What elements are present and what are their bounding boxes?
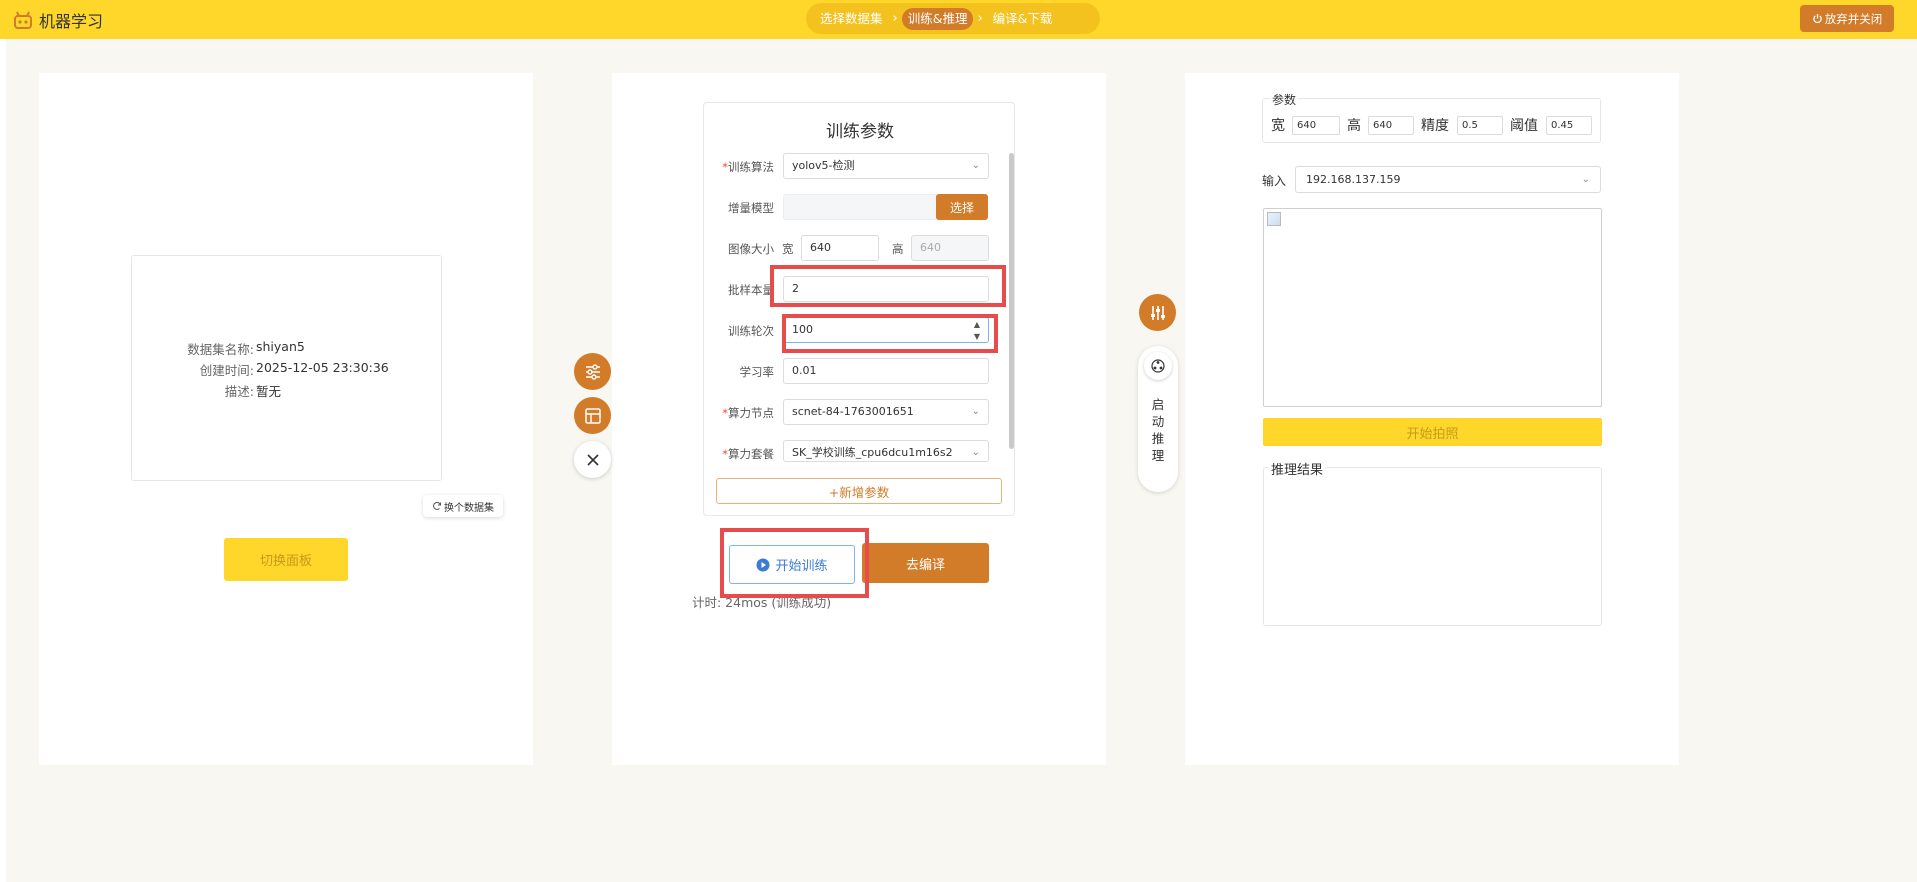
learning-rate-label: 学习率 <box>739 365 775 379</box>
power-icon <box>1812 13 1822 24</box>
start-capture-button[interactable]: 开始拍照 <box>1263 418 1602 446</box>
dataset-created-key: 创建时间: <box>199 363 254 378</box>
highlight-epochs <box>782 314 998 353</box>
switch-panel-button[interactable]: 切换面板 <box>224 538 348 581</box>
chevron-right-icon: › <box>977 11 983 26</box>
threshold-input[interactable]: 0.45 <box>1546 116 1592 135</box>
precision-input[interactable]: 0.5 <box>1457 116 1503 135</box>
start-inference-pill[interactable]: 启动推理 <box>1138 346 1178 492</box>
chevron-down-icon: ⌄ <box>971 406 980 417</box>
training-params-title: 训练参数 <box>826 122 894 142</box>
step-compile-download[interactable]: 编译&下载 <box>987 8 1059 30</box>
tune-vertical-icon <box>1150 305 1165 320</box>
go-compile-button[interactable]: 去编译 <box>862 543 989 583</box>
inference-settings-button[interactable] <box>1139 294 1176 331</box>
width-label: 宽 <box>782 242 794 256</box>
compute-package-label: *算力套餐 <box>704 446 774 462</box>
image-size-label: 图像大小 <box>728 242 774 256</box>
layout-icon <box>584 407 601 424</box>
inference-icon-wrap <box>1144 352 1172 380</box>
chevron-down-icon: ⌄ <box>1581 174 1590 185</box>
close-icon <box>586 453 599 466</box>
app-title: 机器学习 <box>39 12 104 31</box>
close-panel-button[interactable] <box>574 441 611 478</box>
highlight-batch-size <box>770 265 1006 307</box>
app-brand: 机器学习 <box>13 8 103 32</box>
dataset-created-row: 创建时间: 2025-12-05 23:30:36 <box>132 360 443 379</box>
incr-model-select-button[interactable]: 选择 <box>936 194 988 220</box>
form-scrollbar[interactable] <box>1009 153 1014 449</box>
chevron-down-icon: ⌄ <box>971 160 980 171</box>
compute-package-select[interactable]: SK_学校训练_cpu6dcu1m16s2 ⌄ <box>783 440 989 462</box>
input-source-value: 192.168.137.159 <box>1306 173 1401 186</box>
top-bar: 机器学习 选择数据集 › 训练&推理 › 编译&下载 放弃并关闭 <box>0 0 1917 39</box>
network-icon <box>1151 359 1165 373</box>
dataset-desc-key: 描述: <box>224 384 254 399</box>
dataset-info-card: 数据集名称: shiyan5 创建时间: 2025-12-05 23:30:36… <box>131 255 442 481</box>
broken-image-icon <box>1267 212 1281 226</box>
threshold-label: 阈值 <box>1510 118 1538 134</box>
highlight-start-training <box>720 528 869 598</box>
inference-result-box <box>1263 467 1602 626</box>
step-train-infer[interactable]: 训练&推理 <box>901 7 974 30</box>
start-inference-label: 启动推理 <box>1138 396 1178 464</box>
compute-node-value: scnet-84-1763001651 <box>792 405 914 418</box>
step-select-dataset[interactable]: 选择数据集 <box>814 8 889 30</box>
learning-rate-input[interactable]: 0.01 <box>783 358 989 384</box>
dataset-desc-row: 描述: 暂无 <box>132 381 443 400</box>
precision-label: 精度 <box>1421 118 1449 134</box>
image-height-input[interactable]: 640 <box>911 235 989 261</box>
chevron-down-icon: ⌄ <box>971 447 980 458</box>
dataset-name-row: 数据集名称: shiyan5 <box>132 339 443 358</box>
compute-package-label-text: 算力套餐 <box>728 447 774 461</box>
infer-height-label: 高 <box>1347 118 1361 134</box>
robot-logo-icon <box>14 11 32 29</box>
incr-model-input[interactable] <box>783 194 939 220</box>
inference-result-legend: 推理结果 <box>1269 459 1326 478</box>
infer-width-label: 宽 <box>1271 118 1285 134</box>
swap-dataset-button[interactable]: 换个数据集 <box>423 495 503 517</box>
batch-size-label: 批样本量 <box>728 283 774 297</box>
input-source-label: 输入 <box>1262 174 1287 188</box>
swap-dataset-label: 换个数据集 <box>444 502 494 514</box>
algo-select-value: yolov5-检测 <box>792 159 855 172</box>
quit-button[interactable]: 放弃并关闭 <box>1800 5 1894 32</box>
image-width-input[interactable]: 640 <box>801 235 879 261</box>
epochs-label: 训练轮次 <box>728 324 774 338</box>
pill-text: 启动推理 <box>1151 397 1165 463</box>
quit-label: 放弃并关闭 <box>1824 11 1883 26</box>
chevron-right-icon: › <box>892 11 898 26</box>
input-source-select[interactable]: 192.168.137.159 ⌄ <box>1295 166 1601 193</box>
infer-width-input[interactable]: 640 <box>1292 116 1340 135</box>
algo-label-text: 训练算法 <box>728 160 774 174</box>
camera-preview <box>1263 208 1602 407</box>
compute-node-label: *算力节点 <box>704 405 774 421</box>
dataset-desc-value: 暂无 <box>256 384 282 399</box>
sliders-icon <box>585 363 600 380</box>
incr-model-label: 增量模型 <box>728 201 774 215</box>
dataset-name-key: 数据集名称: <box>187 342 254 357</box>
dataset-name-value: shiyan5 <box>256 339 305 354</box>
layout-toggle-button[interactable] <box>574 397 611 434</box>
algo-select[interactable]: yolov5-检测 ⌄ <box>783 153 989 179</box>
training-params-card: 训练参数 *训练算法 yolov5-检测 ⌄ 增量模型 选择 图像大小 宽 64… <box>703 102 1015 516</box>
step-nav: 选择数据集 › 训练&推理 › 编译&下载 <box>806 3 1100 34</box>
sliders-settings-button[interactable] <box>574 353 611 390</box>
algo-label: *训练算法 <box>704 159 774 175</box>
compute-node-select[interactable]: scnet-84-1763001651 ⌄ <box>783 399 989 425</box>
compute-package-value: SK_学校训练_cpu6dcu1m16s2 <box>792 446 953 459</box>
height-label: 高 <box>892 242 904 256</box>
inference-params-legend: 参数 <box>1270 91 1299 108</box>
infer-height-input[interactable]: 640 <box>1368 116 1414 135</box>
dataset-created-value: 2025-12-05 23:30:36 <box>256 360 389 375</box>
compute-node-label-text: 算力节点 <box>728 406 774 420</box>
add-param-button[interactable]: +新增参数 <box>716 478 1002 504</box>
refresh-icon <box>433 501 441 510</box>
